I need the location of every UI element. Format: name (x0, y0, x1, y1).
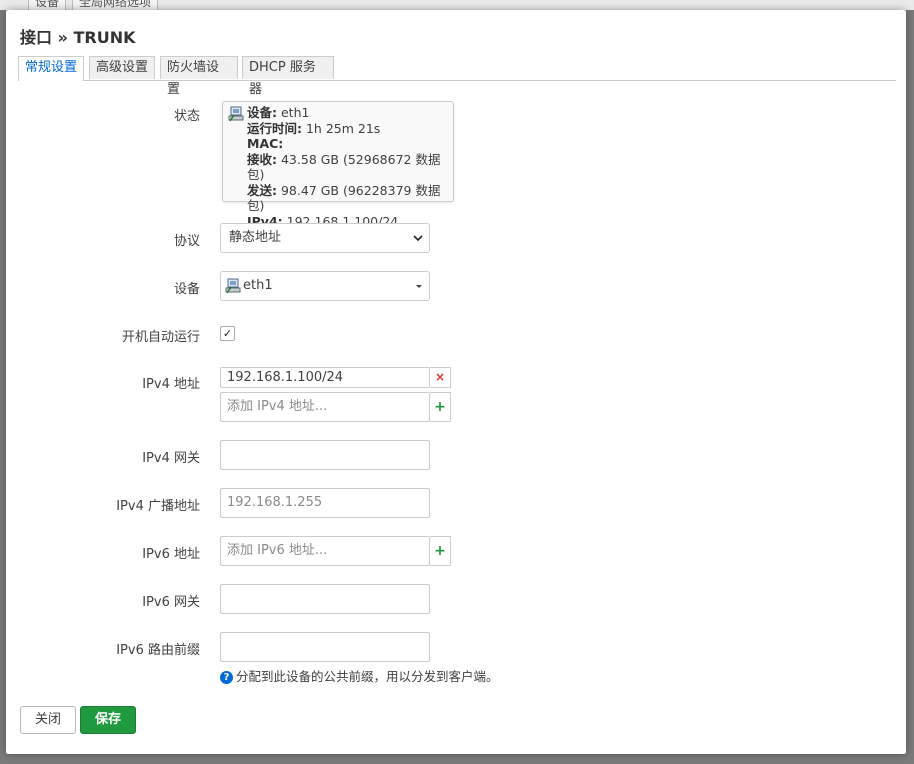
status-rx-key: 接收: (247, 151, 277, 167)
ipv4-broadcast-input[interactable]: 192.168.1.255 (220, 488, 430, 518)
status-rx-value: 43.58 GB (52968672 数据包) (247, 151, 441, 183)
question-circle-icon: ? (220, 671, 233, 684)
ipv6-prefix-label: IPv6 路由前缀 (116, 643, 200, 658)
background-page: 设备 全局网络选项 (0, 0, 914, 11)
network-device-icon (228, 106, 244, 122)
status-tx-value: 98.47 GB (96228379 数据包) (247, 182, 441, 214)
ipv4-address-label: IPv4 地址 (142, 377, 200, 392)
ipv4-gateway-label: IPv4 网关 (142, 451, 200, 466)
tab-advanced[interactable]: 高级设置 (89, 56, 155, 79)
ipv6-prefix-input[interactable] (220, 632, 430, 662)
status-label: 状态 (173, 109, 200, 124)
status-mac-key: MAC: (247, 136, 284, 151)
modal-title: 接口 » TRUNK (20, 28, 136, 47)
tab-general[interactable]: 常规设置 (18, 56, 84, 81)
protocol-select-value: 静态地址 (229, 230, 282, 245)
add-ipv4-button[interactable]: + (430, 392, 451, 422)
remove-ipv4-button[interactable]: × (430, 367, 451, 388)
status-box: 设备: eth1 运行时间: 1h 25m 21s MAC: 接收: 43.58… (222, 101, 454, 229)
status-tx-key: 发送: (247, 182, 277, 198)
protocol-select[interactable]: 静态地址 (220, 223, 430, 253)
close-button[interactable]: 关闭 (20, 706, 76, 734)
device-select-value: eth1 (243, 278, 273, 293)
ipv6-prefix-help: ? 分配到此设备的公共前缀，用以分发到客户端。 (220, 666, 499, 685)
device-label: 设备 (173, 282, 200, 297)
tab-firewall[interactable]: 防火墙设置 (160, 56, 238, 97)
chevron-down-icon (413, 235, 423, 242)
caret-down-icon (416, 285, 422, 288)
save-button[interactable]: 保存 (80, 706, 136, 734)
autostart-checkbox[interactable]: ✓ (220, 326, 235, 341)
ipv6-prefix-help-text: 分配到此设备的公共前缀，用以分发到客户端。 (236, 669, 499, 684)
status-details: 设备: eth1 运行时间: 1h 25m 21s MAC: 接收: 43.58… (247, 105, 453, 229)
status-uptime-key: 运行时间: (247, 120, 302, 136)
status-uptime-value: 1h 25m 21s (305, 120, 381, 136)
ipv6-gateway-input[interactable] (220, 584, 430, 614)
protocol-label: 协议 (173, 234, 200, 249)
ipv4-address-add-input[interactable]: 添加 IPv4 地址... (220, 392, 430, 422)
interface-modal: 接口 » TRUNK 常规设置 高级设置 防火墙设置 DHCP 服务器 状态 设… (6, 10, 906, 754)
ipv6-gateway-label: IPv6 网关 (142, 595, 200, 610)
network-device-icon (225, 278, 241, 294)
device-select[interactable]: eth1 (220, 271, 430, 301)
ipv4-broadcast-label: IPv4 广播地址 (116, 499, 200, 514)
tab-dhcp[interactable]: DHCP 服务器 (242, 56, 334, 97)
tab-bar: 常规设置 高级设置 防火墙设置 DHCP 服务器 (18, 56, 896, 97)
add-ipv6-button[interactable]: + (430, 536, 451, 566)
ipv4-gateway-input[interactable] (220, 440, 430, 470)
ipv6-address-label: IPv6 地址 (142, 547, 200, 562)
ipv6-address-add-input[interactable]: 添加 IPv6 地址... (220, 536, 430, 566)
ipv4-address-input[interactable]: 192.168.1.100/24 (220, 367, 430, 388)
status-device-key: 设备: (247, 105, 277, 120)
status-device-value: eth1 (280, 105, 310, 120)
autostart-label: 开机自动运行 (121, 330, 200, 345)
